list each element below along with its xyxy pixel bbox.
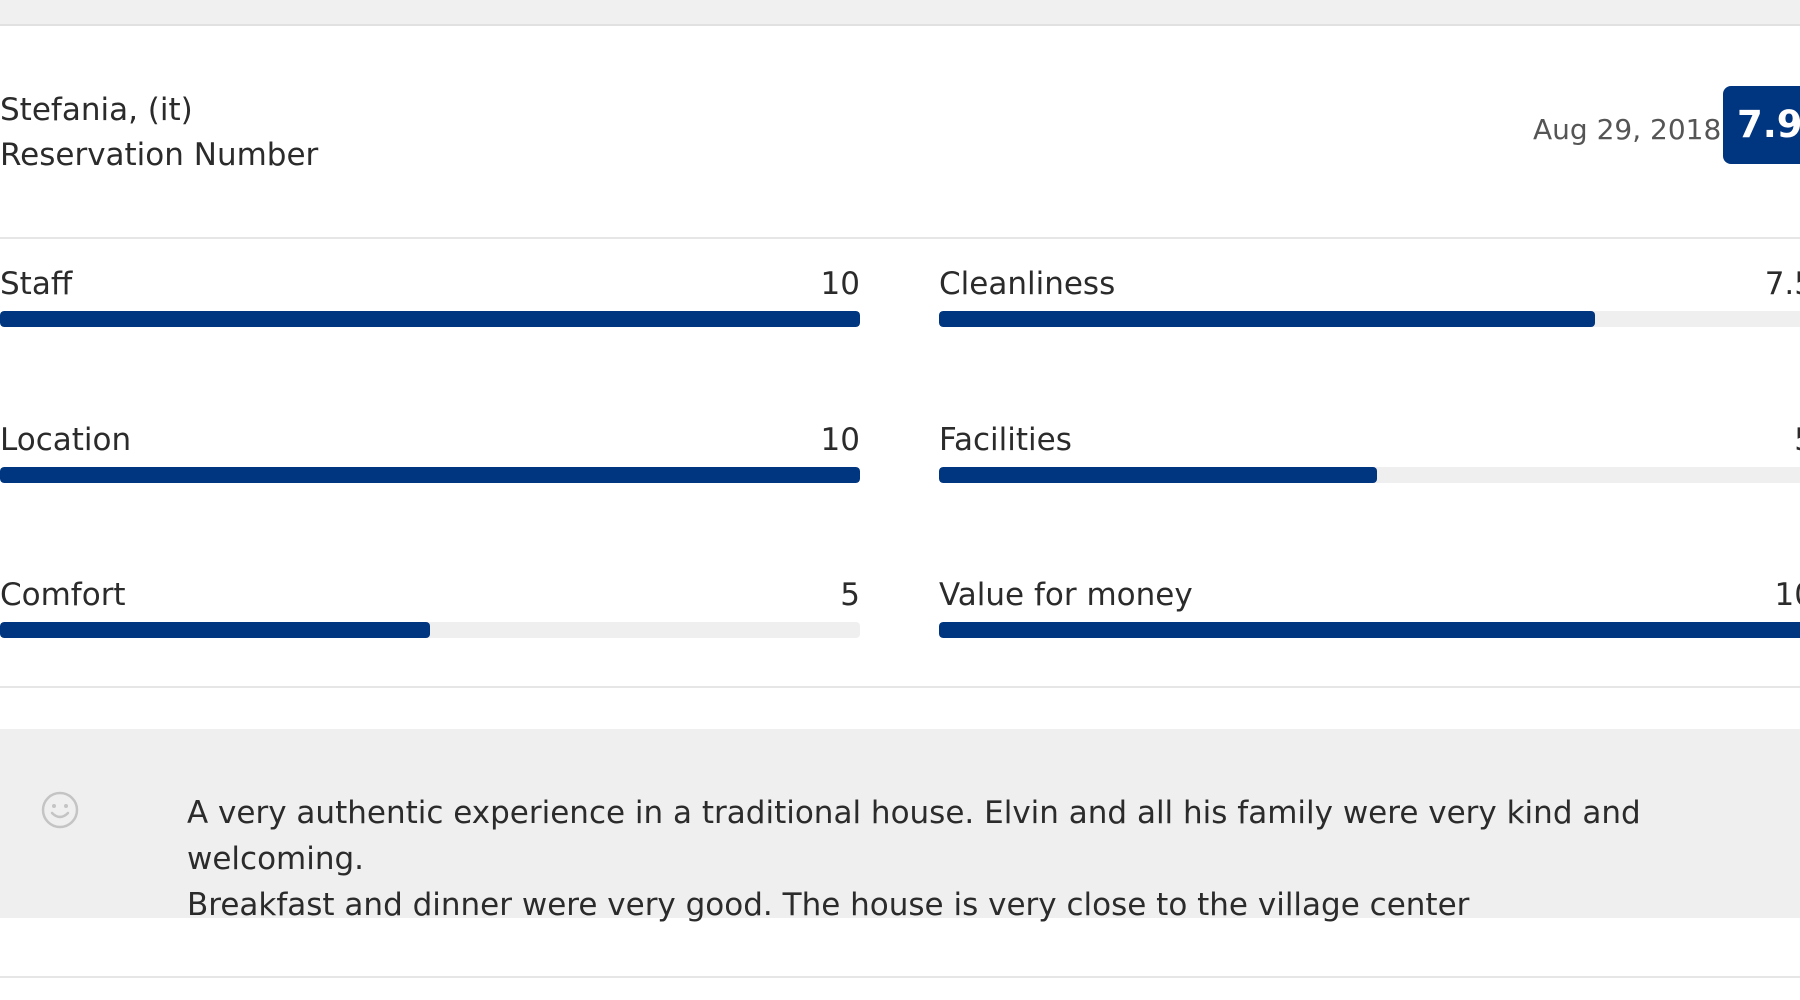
score-value: 5 [840,577,860,613]
score-row-facilities: Facilities 5 [939,421,1800,483]
score-bar-track [0,311,860,327]
score-value: 10 [820,266,860,302]
score-row-cleanliness: Cleanliness 7.5 [939,265,1800,327]
score-bar-fill [0,467,860,483]
score-row-comfort: Comfort 5 [0,576,860,638]
review-header [0,26,1800,239]
review-comment-line: A very authentic experience in a traditi… [187,795,1641,877]
reservation-number-label: Reservation Number [0,137,319,173]
score-bar-track [0,622,860,638]
score-label: Comfort [0,577,126,613]
score-bar-fill [0,311,860,327]
score-value: 5 [1794,421,1800,459]
score-label: Cleanliness [939,266,1116,302]
score-row-location: Location 10 [0,421,860,483]
score-bar-track [939,311,1800,327]
overall-score-badge: 7.9 [1723,86,1800,164]
top-strip [0,0,1800,26]
score-bar-fill [939,311,1596,327]
score-value: 7.5 [1764,266,1800,302]
score-label: Staff [0,266,73,302]
guest-name: Stefania, (it) [0,92,193,128]
score-label: Location [0,422,132,458]
review-date: Aug 29, 2018 [1533,113,1722,146]
score-value: 10 [1774,577,1800,613]
score-bar-fill [0,622,430,638]
score-row-staff: Staff 10 [0,265,860,327]
score-label: Facilities [939,422,1072,458]
score-bar-track [0,467,860,483]
score-row-value-for-money: Value for money 10 [939,576,1800,638]
score-bar-track [939,622,1800,638]
score-bar-track [939,467,1800,483]
section-divider [0,686,1800,688]
smile-icon [41,791,79,829]
score-label: Value for money [939,577,1193,613]
score-bar-fill [939,622,1800,638]
score-value: 10 [820,422,860,458]
review-comment-text: A very authentic experience in a traditi… [187,790,1777,928]
score-bar-fill [939,467,1377,483]
bottom-divider [0,976,1800,978]
review-comment-line: Breakfast and dinner were very good. The… [187,887,1470,923]
